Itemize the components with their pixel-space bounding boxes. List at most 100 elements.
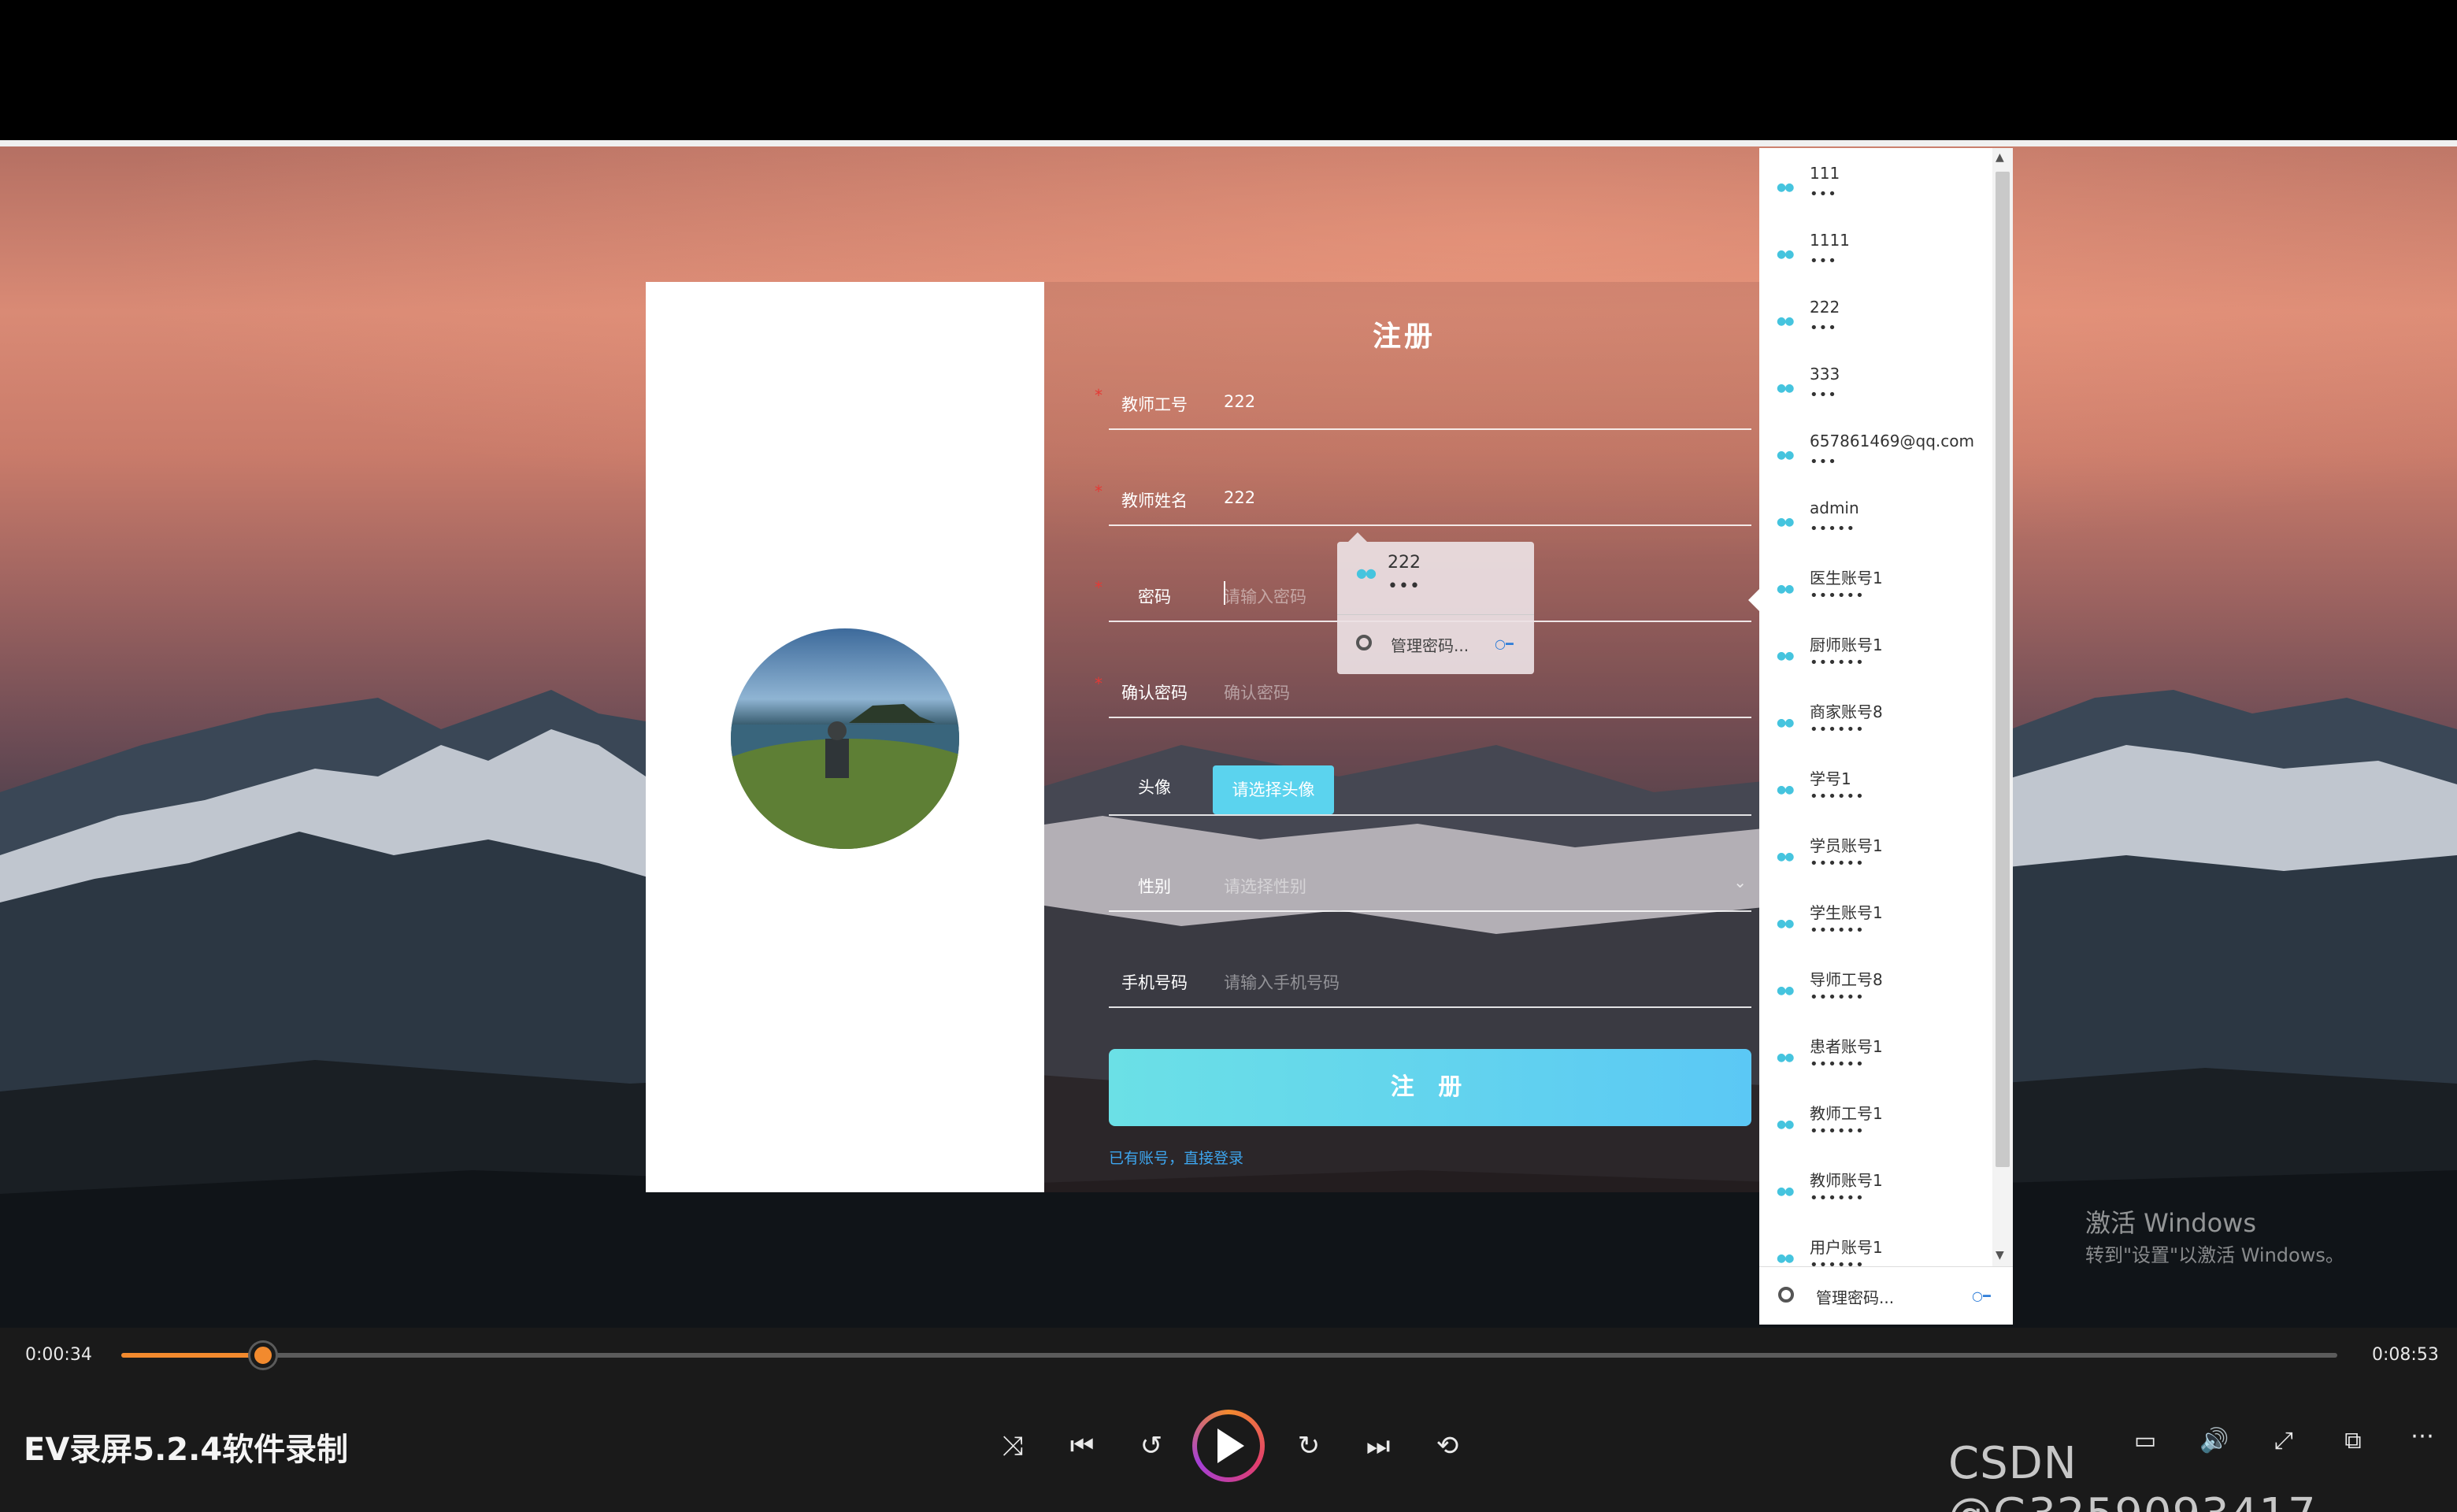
key-icon: ●● (1777, 917, 1794, 930)
scrollbar-thumb[interactable] (1996, 172, 2010, 1167)
password-input[interactable]: 请输入密码 (1224, 584, 1306, 608)
saved-accounts-dropdown: ●● 111 ••• ●● 1111 ••• ●● 222 ••• ●● 333 ••• ●● 65786… (1748, 148, 2013, 1325)
phone-input[interactable]: 请输入手机号码 (1224, 970, 1340, 994)
choose-avatar-button[interactable]: 请选择头像 (1213, 765, 1334, 814)
progress-fill (121, 1353, 264, 1358)
key-icon: ●● (1777, 583, 1794, 595)
key-icon: ●● (1777, 1118, 1794, 1131)
key-icon: ●● (1777, 650, 1794, 662)
saved-account-item[interactable]: ●● 用户账号1 •••••• (1759, 1224, 1996, 1291)
manage-passwords-link[interactable]: 管理密码... (1391, 633, 1469, 656)
previous-icon[interactable]: ⏮ (1058, 1422, 1106, 1469)
total-time: 0:08:53 (2372, 1345, 2439, 1365)
scroll-up-icon[interactable]: ▲ (1996, 151, 2004, 164)
password-suggestion-popup: ●● 222 ••• 管理密码... ○━ (1337, 532, 1534, 674)
saved-account-password-mask: •••••• (1810, 855, 1865, 872)
required-mark: * (1095, 674, 1102, 693)
avatar-preview-image (731, 628, 959, 849)
saved-account-item[interactable]: ●● 学生账号1 •••••• (1759, 889, 1996, 956)
saved-account-name: 111 (1810, 164, 1840, 183)
rewind-10-icon[interactable]: ↺ (1128, 1422, 1175, 1469)
saved-account-item[interactable]: ●● 1111 ••• (1759, 220, 1996, 287)
saved-account-item[interactable]: ●● 333 ••• (1759, 354, 1996, 421)
key-icon: ●● (1777, 382, 1794, 395)
card-left-panel (646, 282, 1044, 1192)
key-icon: ●● (1777, 1051, 1794, 1064)
gender-select[interactable]: 请选择性别 (1224, 874, 1306, 898)
saved-account-password-mask: •••••• (1810, 1257, 1865, 1273)
saved-account-name: 厨师账号1 (1810, 636, 1883, 654)
register-button[interactable]: 注 册 (1109, 1049, 1751, 1126)
saved-account-password-mask: ••• (1810, 186, 1837, 202)
teacher-name-field[interactable]: * 教师姓名 222 (1095, 476, 1751, 526)
gender-field[interactable]: 性别 请选择性别 ⌄ (1109, 862, 1751, 912)
saved-account-password-mask: •••••• (1810, 1056, 1865, 1073)
saved-account-password-mask: •••••• (1810, 788, 1865, 805)
saved-account-item[interactable]: ●● 医生账号1 •••••• (1759, 554, 1996, 621)
scroll-down-icon[interactable]: ▼ (1996, 1249, 2004, 1262)
top-black-bar (0, 0, 2457, 140)
saved-account-item[interactable]: ●● 患者账号1 •••••• (1759, 1023, 1996, 1090)
saved-account-item[interactable]: ●● 教师账号1 •••••• (1759, 1157, 1996, 1224)
video-player-bar: 0:00:34 0:08:53 EV录屏5.2.4软件录制 ⤨ ⏮ ↺ ↻ ⏭ … (0, 1328, 2457, 1512)
forward-30-icon[interactable]: ↻ (1285, 1422, 1332, 1469)
windows-activation-hint: 转到"设置"以激活 Windows。 (2085, 1244, 2344, 1266)
password-key-icon: ○━ (1495, 636, 1514, 651)
key-icon: ●● (1777, 516, 1794, 528)
register-form-panel: 注册 * 教师工号 222 * 教师姓名 222 * 密码 请输入密码 * 确认… (1044, 282, 1764, 1192)
chrome-icon (1356, 635, 1372, 650)
required-mark: * (1095, 482, 1102, 501)
required-mark: * (1095, 578, 1102, 597)
field-label: 密码 (1138, 587, 1171, 606)
saved-account-item[interactable]: ●● 657861469@qq.com ••• (1759, 421, 1996, 487)
saved-account-item[interactable]: ●● 学号1 •••••• (1759, 755, 1996, 822)
suggestion-username[interactable]: 222 (1388, 553, 1421, 573)
saved-account-name: 用户账号1 (1810, 1238, 1883, 1257)
play-button[interactable] (1192, 1410, 1265, 1482)
chevron-down-icon[interactable]: ⌄ (1733, 873, 1747, 891)
field-label: 教师工号 (1121, 395, 1188, 414)
field-label: 头像 (1138, 778, 1171, 797)
saved-account-password-mask: •••••• (1810, 1123, 1865, 1140)
key-icon: ●● (1777, 984, 1794, 997)
csdn-credit: CSDN @G3259093417 (1948, 1438, 2316, 1512)
repeat-icon[interactable]: ⟲ (1424, 1422, 1471, 1469)
suggestion-password-mask[interactable]: ••• (1388, 576, 1421, 596)
saved-account-item[interactable]: ●● admin ••••• (1759, 487, 1996, 554)
progress-track[interactable] (121, 1353, 2337, 1358)
saved-account-password-mask: ••• (1810, 320, 1837, 336)
key-icon: ●● (1777, 449, 1794, 461)
manage-passwords-link[interactable]: 管理密码... (1816, 1285, 1894, 1308)
next-icon[interactable]: ⏭ (1354, 1422, 1402, 1469)
saved-account-item[interactable]: ●● 学员账号1 •••••• (1759, 822, 1996, 889)
saved-account-name: 222 (1810, 298, 1840, 317)
saved-account-name: 学生账号1 (1810, 903, 1883, 922)
teacher-name-input[interactable]: 222 (1224, 488, 1255, 507)
key-icon: ●● (1777, 717, 1794, 729)
confirm-password-input[interactable]: 确认密码 (1224, 680, 1290, 704)
key-icon: ●● (1777, 784, 1794, 796)
saved-account-item[interactable]: ●● 教师工号1 •••••• (1759, 1090, 1996, 1157)
top-divider (0, 140, 2457, 146)
saved-account-item[interactable]: ●● 厨师账号1 •••••• (1759, 621, 1996, 688)
teacher-id-field[interactable]: * 教师工号 222 (1095, 380, 1751, 430)
register-card: 注册 * 教师工号 222 * 教师姓名 222 * 密码 请输入密码 * 确认… (646, 282, 1764, 1192)
saved-account-name: 333 (1810, 365, 1840, 384)
shuffle-icon[interactable]: ⤨ (989, 1422, 1036, 1469)
phone-field[interactable]: 手机号码 请输入手机号码 (1109, 958, 1751, 1008)
progress-handle[interactable] (250, 1343, 276, 1368)
saved-account-item[interactable]: ●● 商家账号8 •••••• (1759, 688, 1996, 755)
teacher-id-input[interactable]: 222 (1224, 392, 1255, 411)
key-icon: ●● (1356, 565, 1377, 580)
confirm-password-field[interactable]: * 确认密码 确认密码 (1095, 668, 1751, 718)
saved-account-item[interactable]: ●● 导师工号8 •••••• (1759, 956, 1996, 1023)
saved-account-name: 学号1 (1810, 769, 1851, 788)
saved-account-password-mask: •••••• (1810, 989, 1865, 1006)
login-link[interactable]: 已有账号，直接登录 (1109, 1147, 1243, 1168)
saved-account-password-mask: •••••• (1810, 1190, 1865, 1206)
current-time: 0:00:34 (25, 1345, 92, 1365)
saved-account-item[interactable]: ●● 222 ••• (1759, 287, 1996, 354)
saved-account-name: 教师工号1 (1810, 1104, 1883, 1123)
chrome-icon (1778, 1287, 1794, 1303)
saved-account-item[interactable]: ●● 111 ••• (1759, 153, 1996, 220)
